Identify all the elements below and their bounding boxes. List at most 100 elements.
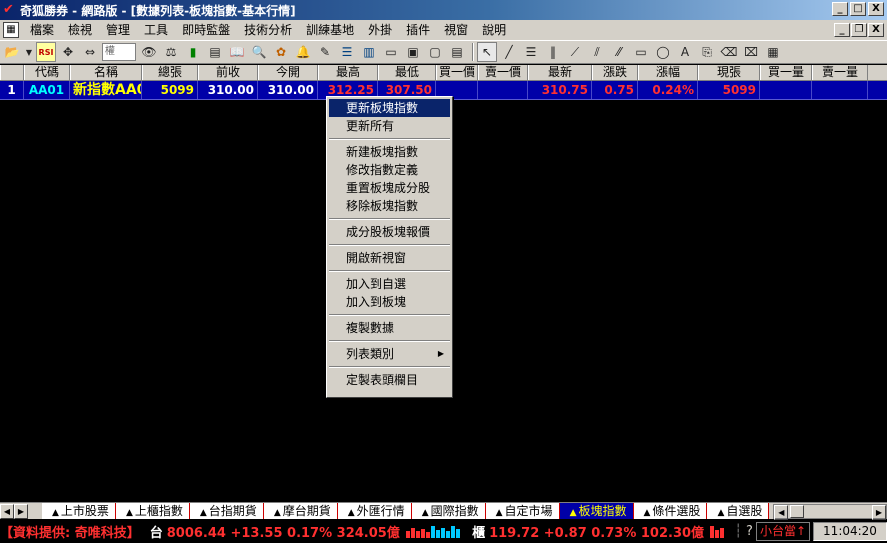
- context-menu-item[interactable]: 列表類別 ▶: [329, 345, 450, 363]
- column-header[interactable]: 最高: [318, 65, 378, 80]
- market-tab[interactable]: ▲ 條件選股: [633, 503, 708, 519]
- layout-rows-icon[interactable]: ☰: [337, 42, 357, 62]
- rsi-icon[interactable]: RSI: [36, 42, 56, 62]
- book-icon[interactable]: 📖: [227, 42, 247, 62]
- fan-tool-icon[interactable]: ⟋: [565, 42, 585, 62]
- pointer-icon[interactable]: ↖: [477, 42, 497, 62]
- market-tab[interactable]: ▲ 國際指數: [411, 503, 486, 519]
- menu-item[interactable]: 檔案: [23, 20, 61, 40]
- market-tab[interactable]: ▲ 台指期貨: [189, 503, 264, 519]
- rectangle-tool-icon[interactable]: ▭: [631, 42, 651, 62]
- vline-tool-icon[interactable]: ‖: [543, 42, 563, 62]
- column-header[interactable]: 前收: [198, 65, 258, 80]
- menu-item[interactable]: 檢視: [61, 20, 99, 40]
- parallel-tool-icon[interactable]: ⁄⁄: [609, 42, 629, 62]
- grid-tool-icon[interactable]: ▦: [763, 42, 783, 62]
- binoculars-icon[interactable]: 👁: [139, 42, 159, 62]
- market-tab[interactable]: ▲ 自定市場: [485, 503, 560, 519]
- text-tool-icon[interactable]: A: [675, 42, 695, 62]
- dropdown-icon[interactable]: ▼: [24, 42, 34, 62]
- resize-icon[interactable]: ⇔: [80, 42, 100, 62]
- context-menu-item[interactable]: 新建板塊指數: [329, 143, 450, 161]
- palette-icon[interactable]: ✿: [271, 42, 291, 62]
- context-menu-item[interactable]: 成分股板塊報價: [329, 223, 450, 241]
- layout-cols-icon[interactable]: ▥: [359, 42, 379, 62]
- maximize-button[interactable]: □: [850, 2, 866, 16]
- alarm-icon[interactable]: 🔔: [293, 42, 313, 62]
- column-header[interactable]: 最低: [378, 65, 436, 80]
- window-a-icon[interactable]: ▭: [381, 42, 401, 62]
- column-header[interactable]: 漲跌: [592, 65, 638, 80]
- move-icon[interactable]: ✥: [58, 42, 78, 62]
- menu-item[interactable]: 管理: [99, 20, 137, 40]
- column-header[interactable]: 名稱: [70, 65, 142, 80]
- grid-icon[interactable]: ▦: [3, 22, 19, 38]
- column-header[interactable]: 賣一價: [478, 65, 528, 80]
- column-header[interactable]: 買一量: [760, 65, 812, 80]
- horizontal-scrollbar[interactable]: ◀ ▶: [773, 503, 887, 520]
- search-icon[interactable]: 🔍: [249, 42, 269, 62]
- menu-item[interactable]: 視窗: [437, 20, 475, 40]
- ellipse-tool-icon[interactable]: ◯: [653, 42, 673, 62]
- minimize-button[interactable]: _: [832, 2, 848, 16]
- column-header[interactable]: [0, 65, 24, 80]
- line-tool-icon[interactable]: ╱: [499, 42, 519, 62]
- column-header[interactable]: 代碼: [24, 65, 70, 80]
- context-menu-item[interactable]: 更新板塊指數: [329, 99, 450, 117]
- child-close-button[interactable]: X: [868, 23, 884, 37]
- help-icon[interactable]: ?: [746, 524, 753, 539]
- eraser-icon[interactable]: ⌫: [719, 42, 739, 62]
- hline-tool-icon[interactable]: ☰: [521, 42, 541, 62]
- market-tab[interactable]: ▲ 自選股: [707, 503, 770, 519]
- clear-icon[interactable]: ⌧: [741, 42, 761, 62]
- context-menu-item[interactable]: 移除板塊指數: [329, 197, 450, 215]
- hscroll-thumb[interactable]: [790, 504, 805, 518]
- menu-item[interactable]: 外掛: [361, 20, 399, 40]
- column-header[interactable]: 今開: [258, 65, 318, 80]
- period-combo[interactable]: 權: [102, 43, 136, 61]
- market-tab[interactable]: ▲ 摩台期貨: [263, 503, 338, 519]
- channel-tool-icon[interactable]: ⫽: [587, 42, 607, 62]
- menu-item[interactable]: 即時監盤: [175, 20, 237, 40]
- context-menu-item[interactable]: 修改指數定義: [329, 161, 450, 179]
- context-menu-item[interactable]: 開啟新視窗: [329, 249, 450, 267]
- context-menu-item[interactable]: 加入到板塊: [329, 293, 450, 311]
- menu-item[interactable]: 工具: [137, 20, 175, 40]
- tab-scroll-left-icon[interactable]: ◀: [0, 503, 14, 519]
- close-button[interactable]: X: [868, 2, 884, 16]
- app-icon[interactable]: ✔: [3, 3, 17, 17]
- open-folder-icon[interactable]: 📂: [2, 42, 22, 62]
- column-header[interactable]: 賣一量: [812, 65, 868, 80]
- hscroll-left-icon[interactable]: ◀: [774, 504, 789, 520]
- window-d-icon[interactable]: ▤: [447, 42, 467, 62]
- child-restore-button[interactable]: ❐: [851, 23, 867, 37]
- context-menu-item[interactable]: 定製表頭欄目: [329, 371, 450, 389]
- market-tab[interactable]: ▲ 上市股票: [42, 503, 116, 519]
- chart-icon[interactable]: ▮: [183, 42, 203, 62]
- tool-icon[interactable]: ✎: [315, 42, 335, 62]
- menu-item[interactable]: 說明: [475, 20, 513, 40]
- column-header[interactable]: 最新: [528, 65, 592, 80]
- column-header[interactable]: 現張: [698, 65, 760, 80]
- window-c-icon[interactable]: ▢: [425, 42, 445, 62]
- column-header[interactable]: 買一價: [436, 65, 478, 80]
- menu-item[interactable]: 技術分析: [237, 20, 299, 40]
- copy-icon[interactable]: ⎘: [697, 42, 717, 62]
- context-menu-item[interactable]: 加入到自選: [329, 275, 450, 293]
- hscroll-right-icon[interactable]: ▶: [872, 504, 886, 520]
- market-tab[interactable]: ▲ 上櫃指數: [115, 503, 190, 519]
- ticker-text[interactable]: 小台當↑: [755, 522, 810, 541]
- window-b-icon[interactable]: ▣: [403, 42, 423, 62]
- market-tab[interactable]: ▲ 板塊指數: [559, 503, 634, 519]
- context-menu-item[interactable]: 更新所有: [329, 117, 450, 135]
- context-menu-item[interactable]: 重置板塊成分股: [329, 179, 450, 197]
- column-header[interactable]: 漲幅: [638, 65, 698, 80]
- column-header[interactable]: 總張: [142, 65, 198, 80]
- child-minimize-button[interactable]: _: [834, 23, 850, 37]
- compare-icon[interactable]: ⚖: [161, 42, 181, 62]
- tab-scroll-right-icon[interactable]: ▶: [14, 503, 28, 519]
- menu-item[interactable]: 訓練基地: [299, 20, 361, 40]
- news-icon[interactable]: ▤: [205, 42, 225, 62]
- menu-item[interactable]: 插件: [399, 20, 437, 40]
- market-tab[interactable]: ▲ 外匯行情: [337, 503, 412, 519]
